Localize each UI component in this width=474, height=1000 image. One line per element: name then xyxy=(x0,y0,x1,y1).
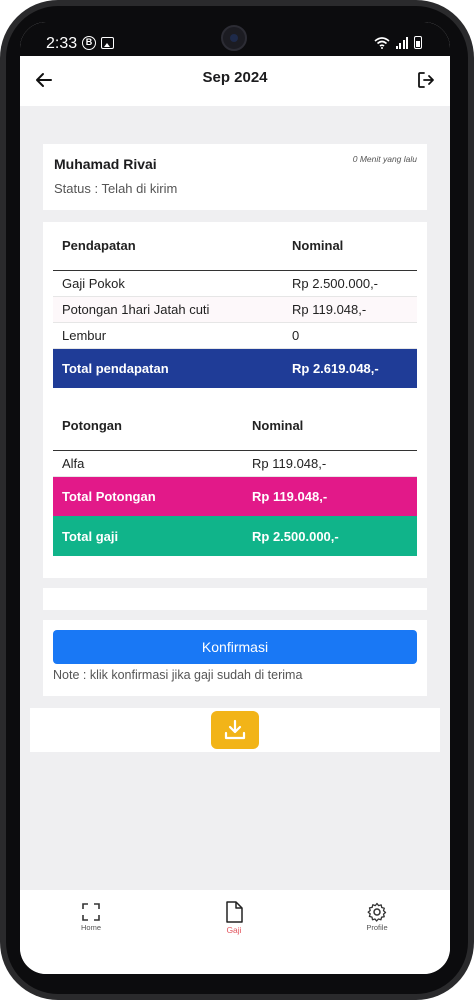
time-ago: 0 Menit yang lalu xyxy=(352,154,417,164)
confirm-button[interactable]: Konfirmasi xyxy=(53,630,417,664)
logout-icon[interactable] xyxy=(416,70,436,90)
income-row-value: Rp 2.500.000,- xyxy=(283,270,417,297)
salary-card: Pendapatan Nominal Gaji Pokok Rp 2.500.0… xyxy=(43,222,427,578)
total-net-row: Total gaji Rp 2.500.000,- xyxy=(53,516,417,556)
nav-item-gaji[interactable]: Gaji xyxy=(199,900,269,935)
deduction-row-value: Rp 119.048,- xyxy=(243,450,417,477)
app-screen: 2:33 B Sep 2024 Muhamad Rivai 0 Menit ya… xyxy=(20,22,450,974)
gear-icon xyxy=(367,902,387,922)
table-row: Alfa Rp 119.048,- xyxy=(53,450,417,477)
nav-label-gaji: Gaji xyxy=(226,925,242,935)
income-row-value: Rp 119.048,- xyxy=(283,296,417,323)
income-row-value: 0 xyxy=(283,322,417,349)
total-deduction-value: Rp 119.048,- xyxy=(243,476,417,516)
deduction-header-row: Potongan Nominal xyxy=(53,402,417,451)
nav-label-profile: Profile xyxy=(366,923,388,932)
income-table: Pendapatan Nominal Gaji Pokok Rp 2.500.0… xyxy=(53,222,417,388)
income-row-label: Lembur xyxy=(53,322,283,349)
table-row: Gaji Pokok Rp 2.500.000,- xyxy=(53,270,417,297)
status-time: 2:33 xyxy=(46,35,78,52)
income-header-label: Pendapatan xyxy=(53,222,283,271)
b-badge-icon: B xyxy=(82,36,96,50)
employee-name: Muhamad Rivai xyxy=(54,156,157,172)
app-header: Sep 2024 xyxy=(20,56,450,106)
status-bar: 2:33 B xyxy=(20,22,450,56)
front-camera xyxy=(221,25,247,51)
download-button[interactable] xyxy=(211,711,259,749)
total-income-label: Total pendapatan xyxy=(53,348,283,388)
download-icon xyxy=(224,719,246,740)
deduction-table: Potongan Nominal Alfa Rp 119.048,- Total… xyxy=(53,402,417,556)
deduction-header-value: Nominal xyxy=(243,402,417,451)
download-bar xyxy=(30,708,440,752)
phone-frame: 2:33 B Sep 2024 Muhamad Rivai 0 Menit ya… xyxy=(0,0,474,1000)
income-header-row: Pendapatan Nominal xyxy=(53,222,417,271)
signal-icon xyxy=(395,36,408,49)
document-icon xyxy=(226,901,243,923)
confirm-note: Note : klik konfirmasi jika gaji sudah d… xyxy=(53,668,303,682)
employee-status: Status : Telah di kirim xyxy=(54,181,178,196)
total-income-row: Total pendapatan Rp 2.619.048,- xyxy=(53,348,417,388)
total-deduction-row: Total Potongan Rp 119.048,- xyxy=(53,476,417,516)
income-header-value: Nominal xyxy=(283,222,417,271)
income-row-label: Potongan 1hari Jatah cuti xyxy=(53,296,283,323)
total-deduction-label: Total Potongan xyxy=(53,476,243,516)
confirm-card: Konfirmasi Note : klik konfirmasi jika g… xyxy=(43,620,427,696)
wifi-icon xyxy=(373,36,390,49)
table-row: Potongan 1hari Jatah cuti Rp 119.048,- xyxy=(53,296,417,323)
status-icons xyxy=(373,36,422,49)
deduction-row-label: Alfa xyxy=(53,450,243,477)
page-title: Sep 2024 xyxy=(202,69,268,86)
gallery-icon xyxy=(101,37,114,49)
total-net-label: Total gaji xyxy=(53,516,243,556)
total-net-value: Rp 2.500.000,- xyxy=(243,516,417,556)
bottom-nav: Home Gaji Profile xyxy=(20,890,450,974)
nav-label-home: Home xyxy=(80,923,101,932)
deduction-header-label: Potongan xyxy=(53,402,243,451)
nav-item-home[interactable]: Home xyxy=(56,902,126,932)
employee-card: Muhamad Rivai 0 Menit yang lalu Status :… xyxy=(43,144,427,210)
total-income-value: Rp 2.619.048,- xyxy=(283,348,417,388)
table-row: Lembur 0 xyxy=(53,322,417,349)
empty-card xyxy=(43,588,427,610)
scan-icon xyxy=(82,903,100,921)
battery-icon xyxy=(414,36,422,49)
nav-item-profile[interactable]: Profile xyxy=(342,902,412,932)
income-row-label: Gaji Pokok xyxy=(53,270,283,297)
